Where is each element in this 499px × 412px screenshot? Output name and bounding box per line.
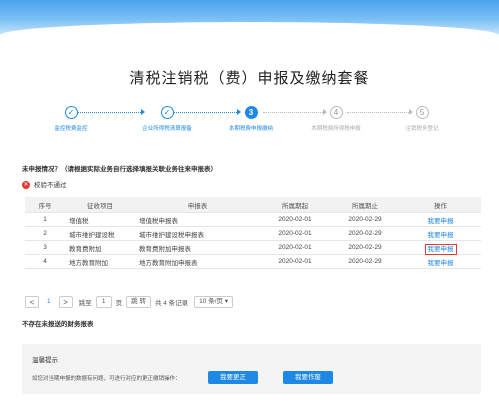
step-label: 注销税务登记 — [405, 126, 439, 132]
tip-title: 温馨提示 — [32, 357, 58, 364]
goto-button[interactable]: 跳 转 — [126, 295, 151, 308]
current-page[interactable]: 1 — [47, 298, 51, 305]
row-form: 教育费附加申报表 — [135, 240, 260, 255]
goto-page-input[interactable]: 1 — [95, 295, 112, 308]
row-item: 城市维护建设税 — [65, 226, 135, 241]
row-end: 2020-02-29 — [330, 212, 400, 227]
total-records: 共 4 条记录 — [154, 299, 189, 307]
row-item: 地方教育附加 — [65, 254, 135, 269]
step-label: 监控税费监控 — [54, 126, 88, 132]
progress-steps: ✓ 监控税费监控 ✓ 企业所得税清算报备 3 本期税费申报缴纳 4 本期税费所得… — [0, 106, 499, 140]
row-item: 增值税 — [65, 212, 135, 227]
step-5: 5 注销税务登记 — [382, 106, 462, 132]
step-1[interactable]: ✓ 监控税费监控 — [31, 106, 111, 132]
step-label: 本期税费所得税申报 — [311, 126, 361, 132]
header-banner — [0, 0, 499, 38]
col-header: 所属期止 — [330, 197, 400, 213]
check-icon: ✓ — [160, 106, 174, 119]
step-label: 本期税费申报缴纳 — [228, 126, 273, 132]
no-financial-reports: 不存在未报送的财务报表 — [22, 321, 94, 328]
step-2[interactable]: ✓ 企业所得税清算报备 — [127, 106, 207, 132]
page-title: 清税注销税（费）申报及缴纳套餐 — [129, 70, 370, 87]
banner-wave — [0, 22, 499, 38]
col-header: 征收项目 — [65, 197, 135, 213]
row-start: 2020-02-01 — [260, 212, 330, 227]
declare-link-highlighted[interactable]: 我要申报 — [424, 243, 457, 255]
step-number: 4 — [329, 106, 343, 119]
page-size-select[interactable]: 10 条/页 ▾ — [194, 295, 234, 308]
row-form: 地方教育附加申报表 — [135, 254, 260, 269]
declare-link[interactable]: 我要申报 — [426, 231, 456, 240]
question-title: 未申报情况？ — [22, 166, 61, 173]
declare-link[interactable]: 我要申报 — [426, 259, 456, 268]
col-header: 申报表 — [135, 197, 260, 213]
next-page-button[interactable]: > — [58, 295, 73, 308]
row-start: 2020-02-01 — [260, 226, 330, 241]
row-end: 2020-02-29 — [330, 254, 400, 269]
table-row: 2 城市维护建设税 城市维护建设税申报表 2020-02-01 2020-02-… — [25, 226, 481, 241]
row-end: 2020-02-29 — [330, 226, 400, 241]
row-start: 2020-02-01 — [260, 240, 330, 255]
row-form: 城市维护建设税申报表 — [135, 226, 260, 241]
step-4: 4 本期税费所得税申报 — [296, 106, 376, 132]
tip-box: 温馨提示 如您对当期申报的数据有问题，可进行对应的更正缴销操作： 我要更正 我要… — [22, 344, 481, 394]
step-3[interactable]: 3 本期税费申报缴纳 — [211, 106, 291, 132]
validation-status: ✕ 校验不通过 — [22, 179, 67, 190]
row-form: 增值税申报表 — [135, 212, 260, 227]
check-icon: ✓ — [64, 106, 78, 119]
col-header: 操作 — [400, 197, 481, 213]
row-no: 3 — [25, 240, 65, 255]
void-button[interactable]: 我要作废 — [283, 371, 333, 384]
question-hint: （请根据实际业务自行选择填报关联业务往来申报表） — [61, 166, 217, 173]
correct-button[interactable]: 我要更正 — [208, 371, 258, 384]
col-header: 序号 — [25, 197, 65, 213]
declaration-table: 序号 征收项目 申报表 所属期起 所属期止 操作 1 增值税 增值税申报表 20… — [25, 197, 481, 269]
declare-link[interactable]: 我要申报 — [426, 217, 456, 226]
page-unit: 页 — [115, 299, 123, 307]
step-number: 3 — [244, 106, 258, 119]
row-no: 1 — [25, 212, 65, 227]
step-number: 5 — [415, 106, 429, 119]
error-icon: ✕ — [22, 181, 30, 190]
table-row: 4 地方教育附加 地方教育附加申报表 2020-02-01 2020-02-29… — [25, 254, 481, 269]
prev-page-button[interactable]: < — [25, 295, 39, 308]
row-no: 2 — [25, 226, 65, 241]
step-label: 企业所得税清算报备 — [142, 126, 192, 132]
table-header-row: 序号 征收项目 申报表 所属期起 所属期止 操作 — [25, 197, 481, 213]
row-start: 2020-02-01 — [260, 254, 330, 269]
unreported-question: 未申报情况？（请根据实际业务自行选择填报关联业务往来申报表） — [22, 163, 217, 173]
row-item: 教育费附加 — [65, 240, 135, 255]
validation-text: 校验不通过 — [34, 182, 67, 189]
table-row: 3 教育费附加 教育费附加申报表 2020-02-01 2020-02-29 我… — [25, 240, 481, 255]
table-row: 1 增值税 增值税申报表 2020-02-01 2020-02-29 我要申报 — [25, 212, 481, 227]
row-end: 2020-02-29 — [330, 240, 400, 255]
goto-label: 跳至 — [78, 299, 92, 307]
row-no: 4 — [25, 254, 65, 269]
col-header: 所属期起 — [260, 197, 330, 213]
tip-text: 如您对当期申报的数据有问题，可进行对应的更正缴销操作： — [32, 376, 181, 382]
pagination: < 1 > 跳至 1 页 跳 转 共 4 条记录 10 条/页 ▾ — [25, 295, 234, 308]
